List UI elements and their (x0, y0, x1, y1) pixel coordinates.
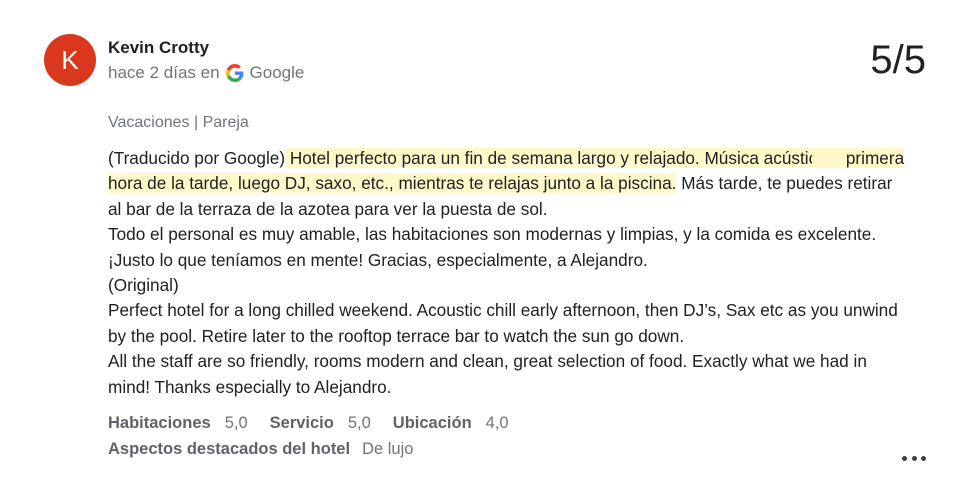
review-translated-paragraph-2: Todo el personal es muy amable, las habi… (108, 224, 877, 270)
avatar-initial: K (61, 44, 79, 75)
original-label: (Original) (108, 275, 179, 296)
more-horiz-icon (921, 455, 926, 461)
rating-value: 4,0 (485, 414, 509, 432)
trip-type: Vacaciones | Pareja (108, 114, 249, 131)
translated-by-label: (Traducido por Google) (108, 148, 290, 168)
review-score: 5/5 (870, 38, 926, 82)
category-ratings: Habitaciones 5,0 Servicio 5,0 Ubicación … (108, 414, 531, 433)
rating-label: Habitaciones (108, 414, 211, 432)
review-meta: hace 2 días en Google (108, 63, 304, 83)
reviewer-name[interactable]: Kevin Crotty (108, 38, 209, 58)
more-options-button[interactable] (902, 448, 926, 468)
rating-value: 5,0 (347, 414, 371, 432)
hotel-highlights: Aspectos destacados del hotel De lujo (108, 440, 413, 459)
rating-label: Servicio (269, 414, 334, 432)
highlights-value: De lujo (362, 440, 414, 458)
review-original-paragraph-2: All the staff are so friendly, rooms mod… (108, 351, 867, 397)
rating-value: 5,0 (224, 414, 248, 432)
review-original-paragraph-1: Perfect hotel for a long chilled weekend… (108, 300, 898, 346)
google-g-icon (225, 64, 244, 82)
highlights-label: Aspectos destacados del hotel (108, 440, 351, 458)
avatar[interactable]: K (44, 34, 96, 86)
review-source: Google (249, 63, 305, 82)
review-date: hace 2 días en (108, 63, 220, 82)
review-highlight: Hotel perfecto para un fin de semana lar… (289, 148, 842, 168)
rating-label: Ubicación (392, 414, 472, 432)
review-text: (Traducido por Google) Hotel perfecto pa… (108, 146, 908, 400)
more-horiz-icon (911, 455, 917, 461)
more-horiz-icon (902, 455, 907, 461)
review-translated-paragraph-1: (Traducido por Google) Hotel perfecto pa… (108, 146, 908, 222)
